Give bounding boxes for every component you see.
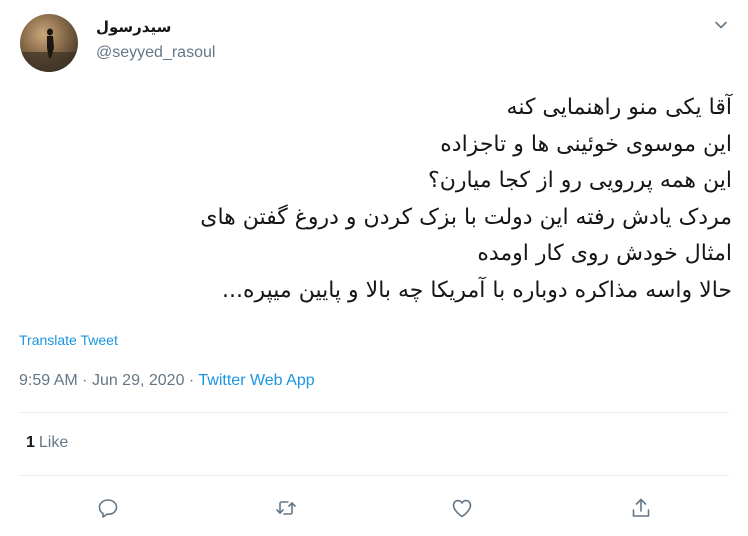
tweet-line: حالا واسه مذاکره دوباره با آمریکا چه بال… xyxy=(222,277,732,303)
retweet-icon[interactable] xyxy=(272,494,300,522)
avatar-silhouette xyxy=(20,28,78,72)
meta-separator: · xyxy=(82,372,88,389)
user-handle[interactable]: @seyyed_rasoul xyxy=(96,44,215,62)
likes-count: 1 xyxy=(26,434,35,451)
tweet-date[interactable]: Jun 29, 2020 xyxy=(92,372,185,389)
likes-stat[interactable]: 1 Like xyxy=(26,434,68,452)
meta-separator: · xyxy=(188,372,195,389)
tweet-line: این همه پررویی رو از کجا میارن؟ xyxy=(428,168,732,193)
tweet-line: آقا یکی منو راهنمایی کنه xyxy=(506,95,732,120)
divider xyxy=(19,475,729,476)
source-app-link[interactable]: Twitter Web App xyxy=(198,372,314,389)
tweet-text: آقا یکی منو راهنمایی کنه این موسوی خوئین… xyxy=(20,90,732,309)
display-name[interactable]: سیدرسول xyxy=(96,18,171,36)
tweet-line: مردک یادش رفته این دولت با بزک کردن و در… xyxy=(200,204,732,230)
tweet-meta: 9:59 AM · Jun 29, 2020 · Twitter Web App xyxy=(19,372,315,390)
translate-tweet-link[interactable]: Translate Tweet xyxy=(19,332,118,348)
reply-icon[interactable] xyxy=(94,494,122,522)
avatar[interactable] xyxy=(20,14,78,72)
like-icon[interactable] xyxy=(448,494,476,522)
divider xyxy=(19,412,729,413)
tweet-line: امثال خودش روی کار اومده xyxy=(477,241,732,266)
share-icon[interactable] xyxy=(627,494,655,522)
tweet-time[interactable]: 9:59 AM xyxy=(19,372,78,389)
chevron-down-icon[interactable] xyxy=(710,14,732,36)
tweet-line: این موسوی خوئینی ها و تاجزاده xyxy=(440,131,732,157)
likes-label: Like xyxy=(38,434,69,451)
